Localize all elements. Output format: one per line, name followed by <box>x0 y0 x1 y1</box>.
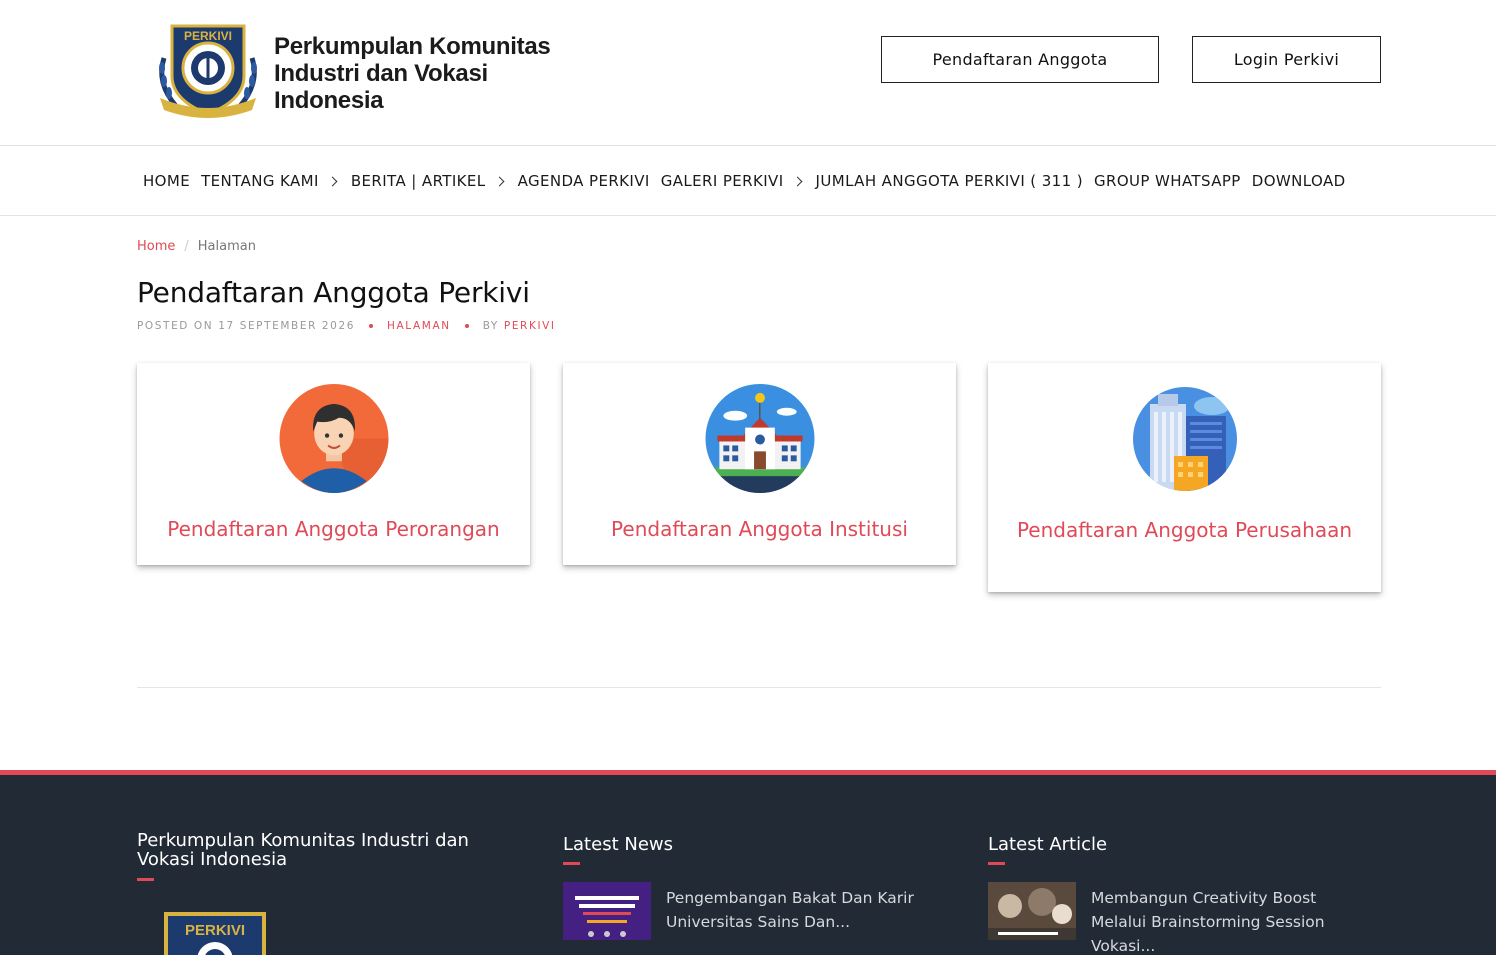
footer-title-underline <box>137 878 154 881</box>
nav-item-berita-artikel[interactable]: BERITA | ARTIKEL <box>351 172 507 190</box>
post-meta: POSTED ON 17 SEPTEMBER 2026 HALAMAN BY P… <box>137 320 556 332</box>
footer-logo-badge-text: PERKIVI <box>185 922 245 939</box>
meta-separator-dot <box>464 324 469 328</box>
card-register-institution[interactable]: Pendaftaran Anggota Institusi <box>563 363 956 565</box>
nav-item-group-whatsapp[interactable]: GROUP WHATSAPP <box>1094 172 1241 190</box>
post-category-link[interactable]: HALAMAN <box>387 320 451 332</box>
nav-item-download[interactable]: DOWNLOAD <box>1252 172 1346 190</box>
nav-item-label: DOWNLOAD <box>1251 172 1346 190</box>
office-building-icon <box>1132 387 1237 491</box>
site-header: PERKIVI Perkumpulan Komunitas Industri d… <box>0 0 1496 146</box>
meta-separator-dot <box>369 324 374 328</box>
footer-perkivi-logo: PERKIVI <box>164 912 266 955</box>
nav-item-label: TENTANG KAMI <box>201 172 319 190</box>
card-register-individual[interactable]: Pendaftaran Anggota Perorangan <box>137 363 530 565</box>
school-building-icon <box>705 384 814 493</box>
page-title: Pendaftaran Anggota Perkivi <box>137 276 530 309</box>
register-member-button[interactable]: Pendaftaran Anggota <box>881 36 1159 83</box>
perkivi-logo-emblem[interactable]: PERKIVI <box>152 18 264 124</box>
footer-title-underline <box>988 862 1005 865</box>
chevron-right-icon <box>792 176 802 186</box>
logo-badge-text: PERKIVI <box>184 29 232 43</box>
footer-about-title: Perkumpulan Komunitas Industri dan Vokas… <box>137 830 469 870</box>
nav-item-label: HOME <box>143 172 191 190</box>
article-thumbnail[interactable] <box>988 882 1076 940</box>
nav-item-label: JUMLAH ANGGOTA PERKIVI ( 311 ) <box>815 172 1083 190</box>
breadcrumb-separator: / <box>184 239 189 254</box>
card-label: Pendaftaran Anggota Institusi <box>611 517 908 541</box>
chevron-right-icon <box>327 176 338 186</box>
news-thumbnail[interactable] <box>563 882 651 940</box>
site-name-line-2: Industri dan Vokasi <box>274 60 488 87</box>
footer-latest-news-title: Latest News <box>563 834 673 855</box>
card-register-company[interactable]: Pendaftaran Anggota Perusahaan <box>988 363 1381 592</box>
site-name-line-1: Perkumpulan Komunitas <box>274 33 551 60</box>
site-footer: Perkumpulan Komunitas Industri dan Vokas… <box>0 770 1496 955</box>
nav-item-tentang-kami[interactable]: TENTANG KAMI <box>201 172 340 190</box>
breadcrumb-home-link[interactable]: Home <box>137 239 175 254</box>
post-date: POSTED ON 17 SEPTEMBER 2026 <box>137 320 356 332</box>
nav-item-jumlah-anggota[interactable]: JUMLAH ANGGOTA PERKIVI ( 311 ) <box>816 172 1083 190</box>
breadcrumb-current: Halaman <box>197 239 256 254</box>
card-label: Pendaftaran Anggota Perusahaan <box>1016 518 1353 542</box>
nav-item-agenda[interactable]: AGENDA PERKIVI <box>518 172 650 190</box>
nav-item-label: GROUP WHATSAPP <box>1093 172 1241 190</box>
nav-item-label: BERITA | ARTIKEL <box>350 172 486 190</box>
nav-item-label: GALERI PERKIVI <box>660 172 784 190</box>
latest-article-item-link[interactable]: Membangun Creativity Boost Melalui Brain… <box>1091 886 1361 955</box>
nav-item-home[interactable]: HOME <box>143 172 190 190</box>
breadcrumb: Home / Halaman <box>137 239 256 254</box>
login-button[interactable]: Login Perkivi <box>1192 36 1381 83</box>
nav-item-label: AGENDA PERKIVI <box>517 172 650 190</box>
card-label: Pendaftaran Anggota Perorangan <box>167 517 500 541</box>
site-name-line-3: Indonesia <box>274 87 384 114</box>
footer-latest-article-title: Latest Article <box>988 834 1108 855</box>
chevron-right-icon <box>494 176 505 186</box>
main-navigation: HOME TENTANG KAMI BERITA | ARTIKEL AGEND… <box>0 146 1496 216</box>
post-by-label: BY <box>482 320 499 332</box>
site-name[interactable]: Perkumpulan Komunitas Industri dan Vokas… <box>274 33 574 114</box>
post-author-link[interactable]: PERKIVI <box>504 320 556 332</box>
footer-title-underline <box>563 862 580 865</box>
content-divider <box>137 687 1381 688</box>
nav-item-galeri[interactable]: GALERI PERKIVI <box>661 172 805 190</box>
person-avatar-icon <box>279 384 388 493</box>
latest-news-item-link[interactable]: Pengembangan Bakat Dan Karir Universitas… <box>666 886 936 934</box>
